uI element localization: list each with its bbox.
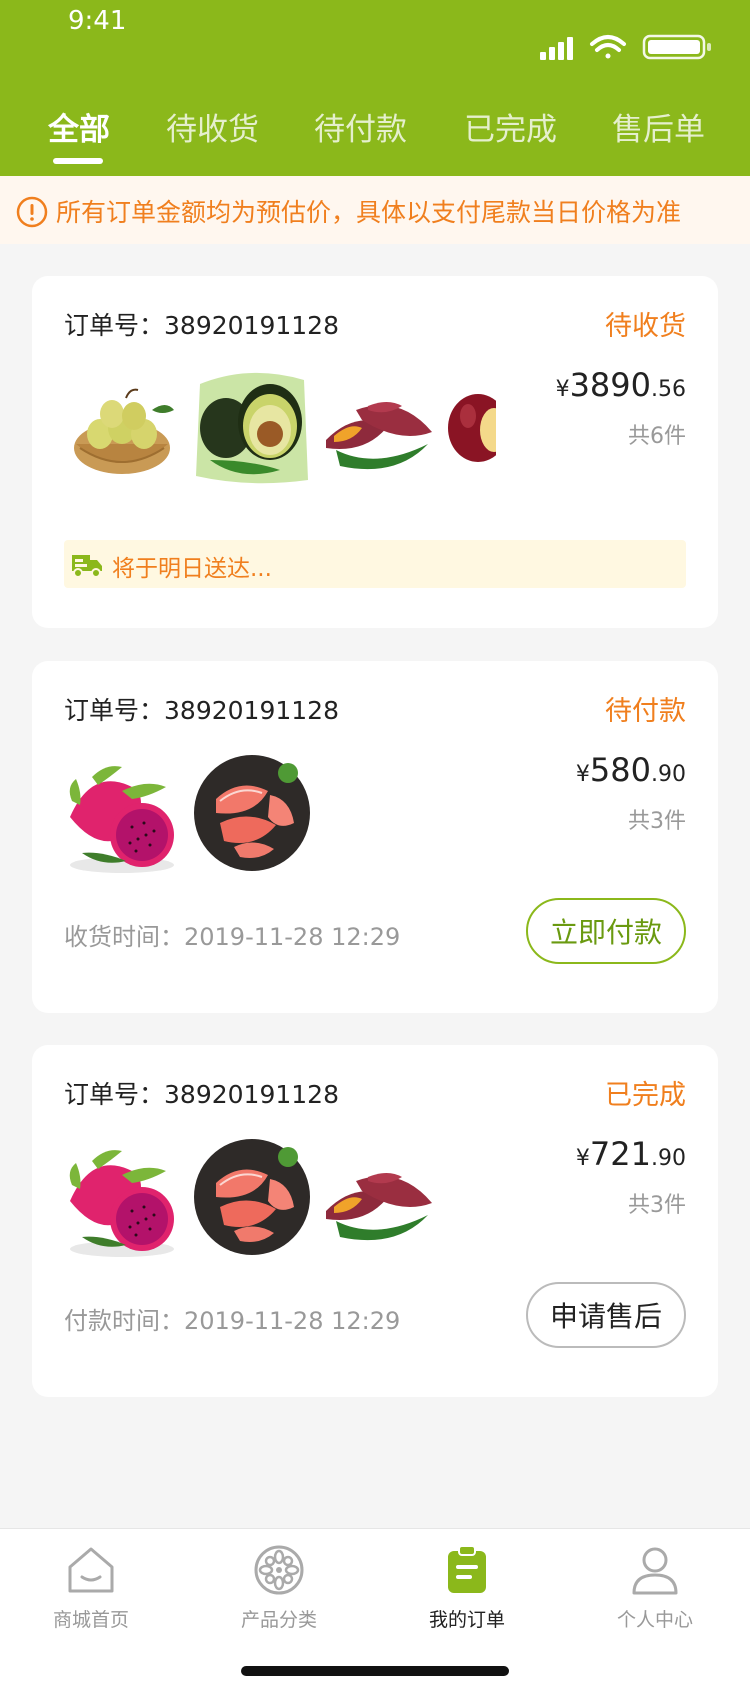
nav-label: 个人中心 [616,1609,693,1631]
receive-time: 收货时间：2019-11-28 12:29 [64,923,401,951]
wifi-icon [590,35,626,59]
header: 9:41 全部 待收货 待付款 已完成 售后单 [0,0,750,176]
pay-now-button[interactable]: 立即付款 [526,898,686,964]
user-icon [632,1547,678,1595]
product-image-sweet-potato [326,1173,432,1241]
delivery-text: 将于明日送达... [112,556,272,582]
product-image-pomelo [194,755,310,871]
product-image-pomelo [194,1139,310,1255]
order-status: 待收货 [605,311,686,342]
order-price: ¥3890.56 [555,366,686,404]
payment-time: 付款时间：2019-11-28 12:29 [64,1307,401,1335]
nav-item-category[interactable]: 产品分类 [204,1529,354,1639]
home-indicator [241,1666,509,1676]
status-time: 9:41 [68,6,127,36]
order-status: 已完成 [605,1080,686,1111]
order-tabs: 全部 待收货 待付款 已完成 售后单 [0,104,750,176]
order-price: ¥580.90 [575,751,686,789]
product-image-dragon-fruit [69,1150,174,1257]
product-image-sweet-potato [326,402,432,470]
apply-after-sales-button[interactable]: 申请售后 [526,1282,686,1348]
item-count: 共6件 [628,424,686,449]
home-icon [68,1547,114,1593]
product-image-dragon-fruit [69,766,174,873]
product-image-apple [448,394,496,462]
item-count: 共3件 [628,809,686,834]
order-status: 待付款 [605,696,686,727]
order-price: ¥721.90 [575,1135,686,1173]
order-card[interactable]: 订单号：38920191128 已完成 ¥721.90 共3件 付款时间：201 [32,1045,718,1397]
delivery-notice: 将于明日送达... [64,540,686,588]
tab-completed[interactable]: 已完成 [464,104,557,149]
battery-icon [642,34,711,60]
notice-text: 所有订单金额均为预估价，具体以支付尾款当日价格为准 [56,198,682,227]
category-icon [254,1545,304,1595]
item-count: 共3件 [628,1193,686,1218]
notice-bar: 所有订单金额均为预估价，具体以支付尾款当日价格为准 [0,176,750,244]
order-number: 订单号：38920191128 [64,1080,339,1109]
product-image-pear-basket [74,388,174,474]
order-number: 订单号：38920191128 [64,311,339,340]
nav-label: 产品分类 [240,1609,317,1631]
order-card[interactable]: 订单号：38920191128 待收货 ¥3890.56 共6件 将于明日送达.… [32,276,718,628]
tab-pending-payment[interactable]: 待付款 [314,104,407,149]
info-circle-icon [16,196,48,228]
nav-item-orders[interactable]: 我的订单 [392,1529,542,1639]
delivery-truck-icon [72,555,102,578]
nav-item-home[interactable]: 商城首页 [16,1529,166,1639]
status-icons [540,34,711,60]
signal-icon [540,37,573,60]
nav-label: 商城首页 [52,1609,129,1631]
active-tab-indicator [53,158,103,164]
tab-all[interactable]: 全部 [48,104,110,149]
tab-after-sales[interactable]: 售后单 [612,104,705,149]
product-image-avocado [196,372,308,484]
order-number: 订单号：38920191128 [64,696,339,725]
nav-label: 我的订单 [428,1609,505,1631]
order-clipboard-icon [448,1545,486,1593]
tab-pending-receipt[interactable]: 待收货 [166,104,259,149]
order-card[interactable]: 订单号：38920191128 待付款 ¥580.90 共3件 收货时间：201… [32,661,718,1013]
nav-item-profile[interactable]: 个人中心 [580,1529,730,1639]
